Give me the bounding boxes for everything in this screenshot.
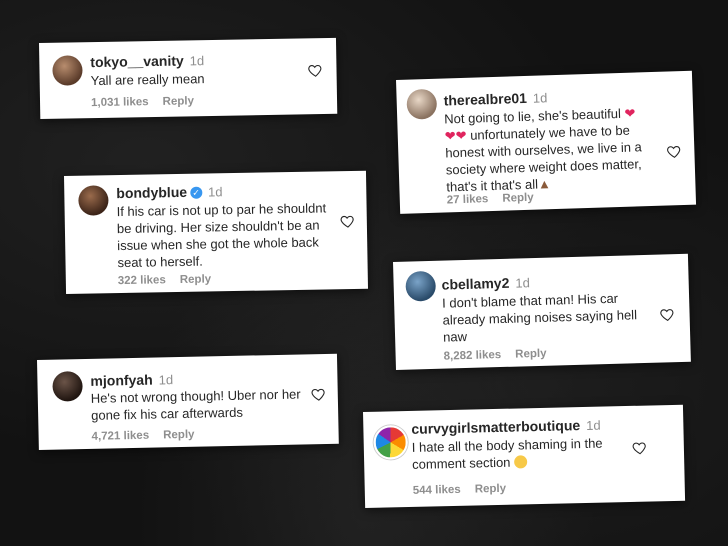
reply-button[interactable]: Reply <box>163 95 195 108</box>
timestamp: 1d <box>532 90 548 106</box>
comment-text: He's not wrong though! Uber nor her gone… <box>91 385 317 424</box>
comment-text: Yall are really mean <box>90 71 205 89</box>
comment-card-curvygirlsmatterboutique: curvygirlsmatterboutique 1d I hate all th… <box>363 404 686 508</box>
avatar[interactable] <box>373 424 409 460</box>
comment-card-therealbre01: therealbre01 1d Not going to lie, she's b… <box>396 70 697 214</box>
like-count[interactable]: 4,721 likes <box>91 430 149 443</box>
reply-button[interactable]: Reply <box>475 483 507 496</box>
username[interactable]: tokyo__vanity <box>90 52 184 70</box>
username[interactable]: bondyblue <box>116 184 187 201</box>
like-count[interactable]: 27 likes <box>447 193 489 206</box>
comment-text: If his car is not up to par he shouldnt … <box>116 199 347 271</box>
like-count[interactable]: 1,031 likes <box>91 96 149 109</box>
comment-line: seat to herself. <box>117 253 203 271</box>
heart-outline-icon[interactable] <box>340 213 356 229</box>
comment-line: comment section <box>412 454 511 472</box>
timestamp: 1d <box>515 275 531 291</box>
like-count[interactable]: 544 likes <box>413 484 461 497</box>
reply-button[interactable]: Reply <box>515 348 547 361</box>
comment-card-bondyblue: bondyblue ✓ 1d If his car is not up to par… <box>64 170 369 294</box>
heart-outline-icon[interactable] <box>632 440 648 456</box>
comment-card-mjonfyah: mjonfyah 1d He's not wrong though! Uber n… <box>37 353 339 450</box>
red-heart-emoji-icon: ❤ <box>624 105 636 121</box>
heart-outline-icon[interactable] <box>307 62 323 78</box>
username[interactable]: cbellamy2 <box>441 275 509 293</box>
rolling-eyes-emoji-icon <box>513 455 528 469</box>
like-count[interactable]: 322 likes <box>118 274 166 287</box>
timestamp: 1d <box>189 53 205 69</box>
comment-card-tokyo-vanity: tokyo__vanity 1d Yall are really mean 1,0… <box>39 37 338 119</box>
heart-outline-icon[interactable] <box>659 306 675 322</box>
timestamp: 1d <box>158 372 174 388</box>
avatar[interactable] <box>406 88 438 120</box>
username[interactable]: mjonfyah <box>90 372 153 389</box>
heart-outline-icon[interactable] <box>666 143 682 159</box>
comment-text: I hate all the body shaming in the comme… <box>412 434 638 473</box>
avatar[interactable] <box>52 55 83 86</box>
reply-button[interactable]: Reply <box>180 273 212 286</box>
comment-text: Not going to lie, she's beautiful ❤ ❤❤ u… <box>444 104 662 196</box>
username[interactable]: curvygirlsmatterboutique <box>411 417 580 437</box>
timestamp: 1d <box>586 417 601 433</box>
red-heart-emoji-icon: ❤❤ <box>444 127 467 144</box>
comment-text: I don't blame that man! His car already … <box>442 289 658 346</box>
timestamp: 1d <box>207 184 223 200</box>
avatar[interactable] <box>52 371 83 402</box>
reply-button[interactable]: Reply <box>502 192 534 205</box>
comment-card-cbellamy2: cbellamy2 1d I don't blame that man! His … <box>393 253 691 370</box>
username[interactable]: therealbre01 <box>443 90 527 109</box>
like-count[interactable]: 8,282 likes <box>443 349 501 363</box>
avatar[interactable] <box>78 185 109 216</box>
verified-badge-icon: ✓ <box>189 186 203 199</box>
comment-line: gone fix his car afterwards <box>91 404 244 423</box>
reply-button[interactable]: Reply <box>163 429 195 442</box>
praying-hands-emoji-icon: ▲ <box>537 176 552 192</box>
heart-outline-icon[interactable] <box>311 386 327 402</box>
avatar[interactable] <box>405 270 437 302</box>
